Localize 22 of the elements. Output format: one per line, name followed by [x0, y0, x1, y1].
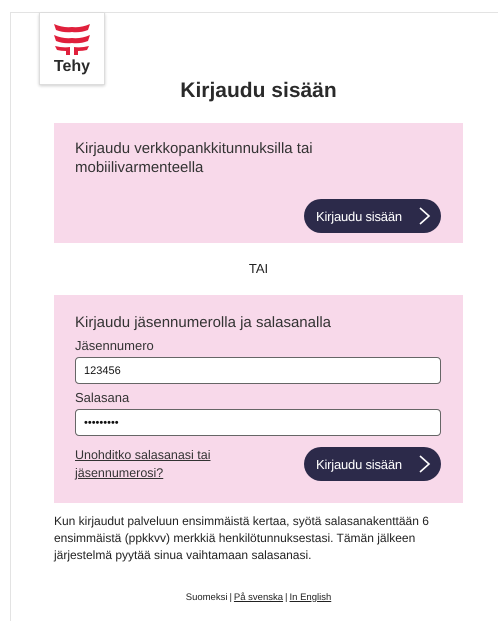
login-button[interactable]: Kirjaudu sisään	[304, 199, 441, 233]
language-link[interactable]: In English	[290, 592, 332, 603]
input-field[interactable]: 123456	[75, 357, 441, 384]
current-language[interactable]: Suomeksi	[186, 592, 228, 603]
field-label: Salasana	[75, 390, 130, 405]
separator: |	[229, 592, 232, 603]
divider-text: TAI	[248, 261, 268, 276]
separator: |	[285, 592, 288, 603]
input-field[interactable]: •••••••••	[75, 409, 441, 436]
chevron-right-icon	[417, 454, 431, 474]
wings-logo-icon	[53, 22, 91, 56]
panel-heading: Kirjaudu verkkopankkitunnuksilla tai mobiilivarmenteella	[75, 139, 314, 177]
panel-heading: Kirjaudu jäsennumerolla ja salasanalla	[75, 313, 332, 332]
page-title: Kirjaudu sisään	[179, 79, 338, 103]
chevron-right-icon	[417, 206, 431, 226]
info-text: Kun kirjaudut palveluun ensimmäistä kertaa, syötä salasanakenttään 6 ensimmäistä (ppkkvv) merkkiä henkilötunnuksestasi. Tämän jälkeen järjestelmä pyytää sinua vaihtamaan salasanasi.	[54, 513, 430, 564]
forgot-password-link[interactable]: Unohditko salasanasi tai jäsennumerosi?	[75, 446, 255, 482]
language-link[interactable]: På svenska	[234, 592, 284, 603]
logo-card[interactable]: Tehy	[39, 13, 105, 85]
field-label: Jäsennumero	[75, 338, 155, 353]
logo-text: Tehy	[54, 58, 90, 76]
login-button[interactable]: Kirjaudu sisään	[304, 447, 441, 481]
